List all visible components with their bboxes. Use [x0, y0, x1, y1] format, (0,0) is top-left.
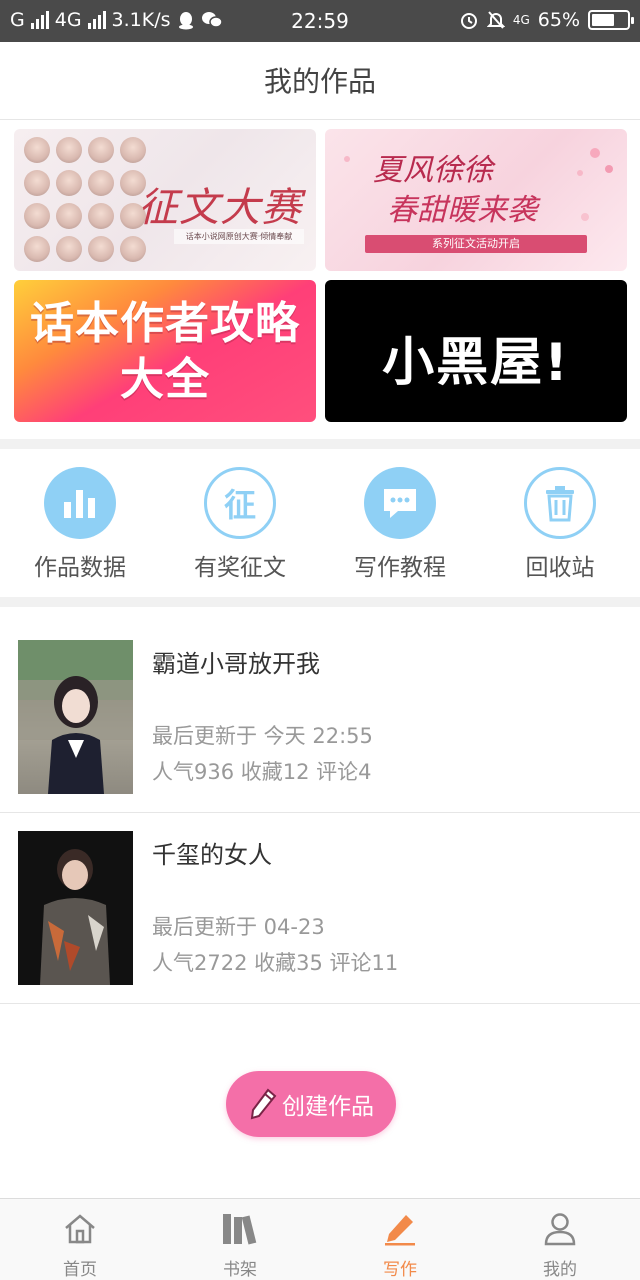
- author-guide-banner[interactable]: 话本作者攻略 大全: [14, 280, 316, 422]
- quick-item-trash[interactable]: 回收站: [480, 450, 640, 597]
- bookshelf-icon: [220, 1209, 260, 1249]
- nav-label-bookshelf: 书架: [223, 1260, 257, 1280]
- quick-label-stats: 作品数据: [34, 555, 126, 581]
- status-bar: G 4G 3.1K/s 22:59 4G 65%: [0, 0, 640, 42]
- nav-item-home[interactable]: 首页: [0, 1199, 160, 1280]
- contest-banner[interactable]: 征文大赛 话本小说网原创大赛·倾情奉献: [14, 129, 316, 271]
- work-cover: [18, 831, 133, 985]
- faces-collage: [20, 133, 150, 267]
- nav-label-profile: 我的: [543, 1260, 577, 1280]
- summer-banner-line2: 春甜暖来袭: [387, 193, 537, 228]
- blackroom-text: 小黑屋!: [382, 333, 570, 393]
- create-work-label: 创建作品: [282, 1094, 374, 1120]
- chat-bubble-icon: [364, 467, 436, 539]
- bell-off-icon: [486, 11, 505, 29]
- contest-banner-subtitle: 话本小说网原创大赛·倾情奉献: [174, 229, 304, 244]
- bar-chart-icon: [44, 467, 116, 539]
- battery-fill: [592, 14, 614, 26]
- nav-item-write[interactable]: 写作: [320, 1199, 480, 1280]
- nav-label-write: 写作: [383, 1260, 417, 1280]
- nav-label-home: 首页: [63, 1260, 97, 1280]
- work-item[interactable]: 千玺的女人 最后更新于 04-23 人气2722 收藏35 评论11: [0, 813, 640, 1004]
- section-divider: [0, 597, 640, 607]
- nav-item-bookshelf[interactable]: 书架: [160, 1199, 320, 1280]
- quick-label-contest: 有奖征文: [194, 555, 286, 581]
- alarm-icon: [460, 13, 477, 29]
- quick-label-trash: 回收站: [525, 555, 595, 581]
- home-icon: [60, 1209, 100, 1249]
- zheng-glyph: 征: [223, 486, 256, 524]
- pen-icon: [380, 1209, 420, 1249]
- status-right: 4G 65%: [459, 9, 634, 31]
- battery-icon: [588, 10, 634, 30]
- contest-banner-title: 征文大赛: [138, 185, 302, 231]
- battery-percent: 65%: [537, 9, 580, 31]
- author-guide-text: 话本作者攻略 大全: [14, 296, 316, 408]
- bottom-nav: 首页 书架 写作 我的: [0, 1198, 640, 1280]
- work-item[interactable]: 霸道小哥放开我 最后更新于 今天 22:55 人气936 收藏12 评论4: [0, 622, 640, 813]
- nav-item-profile[interactable]: 我的: [480, 1199, 640, 1280]
- create-work-button[interactable]: 创建作品: [226, 1071, 396, 1137]
- quick-item-stats[interactable]: 作品数据: [0, 450, 160, 597]
- section-divider: [0, 439, 640, 449]
- blackroom-banner[interactable]: 小黑屋!: [325, 280, 627, 422]
- work-updated: 最后更新于 04-23: [152, 915, 325, 939]
- work-updated: 最后更新于 今天 22:55: [152, 724, 373, 748]
- quick-actions: 作品数据 征 有奖征文 写作教程 回收站: [0, 450, 640, 597]
- work-title: 霸道小哥放开我: [152, 650, 320, 678]
- work-stats: 人气2722 收藏35 评论11: [152, 951, 399, 975]
- quick-item-tutorial[interactable]: 写作教程: [320, 450, 480, 597]
- quick-item-contest[interactable]: 征 有奖征文: [160, 450, 320, 597]
- quick-label-tutorial: 写作教程: [354, 555, 446, 581]
- work-title: 千玺的女人: [152, 841, 272, 869]
- zheng-icon: 征: [204, 467, 276, 539]
- summer-banner-line1: 夏风徐徐: [373, 153, 493, 188]
- summer-banner-ribbon: 系列征文活动开启: [365, 235, 587, 253]
- page-title: 我的作品: [0, 42, 640, 120]
- pencil-icon: [250, 1088, 277, 1120]
- author-guide-line1: 话本作者攻略: [30, 298, 300, 349]
- summer-banner[interactable]: 夏风徐徐 春甜暖来袭 系列征文活动开启: [325, 129, 627, 271]
- trash-icon: [524, 467, 596, 539]
- work-cover: [18, 640, 133, 794]
- user-icon: [540, 1209, 580, 1249]
- work-stats: 人气936 收藏12 评论4: [152, 760, 372, 784]
- author-guide-line2: 大全: [120, 354, 210, 405]
- network-small-label: 4G: [512, 13, 530, 27]
